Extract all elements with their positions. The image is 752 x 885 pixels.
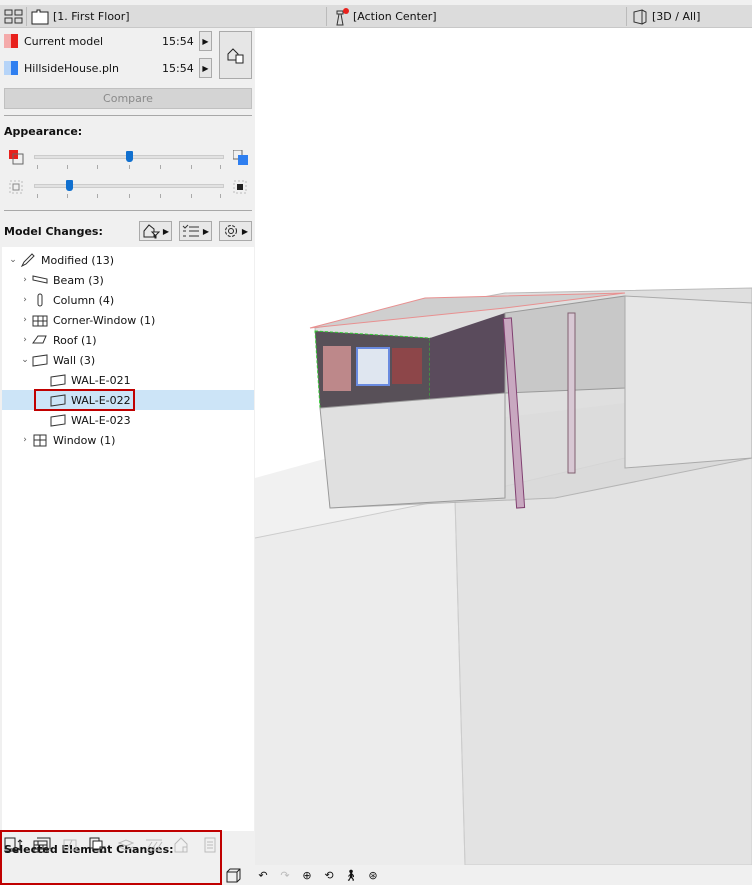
tab-label: [Action Center] (353, 10, 437, 23)
gear-icon (224, 225, 237, 237)
model-name: HillsideHouse.pln (24, 61, 119, 75)
tree-item-label: Column (4) (53, 293, 115, 307)
opacity-slider[interactable] (34, 180, 224, 191)
swap-models-button[interactable] (219, 31, 252, 79)
fit-in-window-icon[interactable]: ⊛ (362, 866, 384, 884)
tree-item-label: Window (1) (53, 433, 116, 447)
tree-item[interactable]: › Column (4) (2, 290, 254, 310)
navigator-grid-icon[interactable] (4, 5, 24, 28)
3d-view-icon (633, 8, 647, 25)
tree-item[interactable]: › Window (1) (2, 430, 254, 450)
tree-item-label: Modified (13) (41, 253, 115, 267)
tree-item-label: Wall (3) (53, 353, 96, 367)
slider-thumb[interactable] (66, 180, 73, 191)
chevron-right-icon[interactable]: › (18, 275, 32, 285)
corner-window-icon (32, 313, 48, 327)
tree-item-label: WAL-E-023 (71, 413, 131, 427)
model-row-current: Current model 15:54 (4, 31, 194, 51)
wall-brick-icon[interactable] (32, 836, 52, 854)
hatch-icon (144, 836, 164, 854)
pencil-icon (20, 253, 36, 267)
roof-icon (32, 333, 48, 347)
opaque-icon (233, 180, 247, 194)
model-changes-label: Model Changes: (4, 225, 103, 238)
chevron-down-icon[interactable]: ⌄ (18, 355, 32, 365)
model-time: 15:54 (162, 61, 194, 75)
beam-icon (32, 273, 48, 287)
model-time: 15:54 (162, 34, 194, 48)
lighthouse-icon (336, 7, 349, 25)
settings-button[interactable]: ▶ (219, 221, 252, 241)
paint-brush-icon[interactable] (88, 836, 108, 854)
compare-model-swatch (4, 61, 18, 75)
element-id-icon[interactable] (4, 836, 24, 854)
wall-icon (50, 413, 66, 427)
tree-item[interactable]: WAL-E-023 (2, 410, 254, 430)
tab-action-center[interactable]: [Action Center] (331, 5, 437, 28)
checklist-icon (182, 224, 199, 237)
column-icon (32, 293, 48, 307)
current-model-color-icon (9, 150, 24, 165)
compare-model-menu-button[interactable]: ▶ (199, 58, 212, 78)
floor-plan-icon (31, 9, 49, 24)
color-blend-slider[interactable] (34, 151, 224, 162)
filter-icon (143, 224, 160, 239)
document-icon (200, 836, 220, 854)
zoom-in-icon[interactable]: ⊕ (296, 866, 318, 884)
tree-item[interactable]: › Roof (1) (2, 330, 254, 350)
tree-item-label: Beam (3) (53, 273, 104, 287)
slider-thumb[interactable] (126, 151, 133, 162)
home-story-icon (172, 836, 192, 854)
tree-item-label: Roof (1) (53, 333, 97, 347)
highlight-box (34, 389, 135, 411)
model-changes-tree[interactable]: ⌄ Modified (13) › Beam (3) › Column (4) › Corne… (2, 247, 254, 831)
tree-item[interactable]: ⌄ Wall (3) (2, 350, 254, 370)
wall-icon (50, 373, 66, 387)
viewport-navigation-bar: ↶ ↷ ⊕ ⟲ 🚶︎ ⊛ (222, 865, 752, 885)
chevron-right-icon[interactable]: › (18, 335, 32, 345)
tab-first-floor[interactable]: [1. First Floor] (31, 5, 130, 28)
compare-model-color-icon (233, 150, 248, 165)
building-model-render (255, 287, 752, 865)
window-icon (32, 433, 48, 447)
model-name: Current model (24, 34, 104, 48)
undo-view-icon[interactable]: ↶ (252, 866, 274, 884)
tab-label: [3D / All] (652, 10, 701, 23)
chevron-right-icon[interactable]: › (18, 435, 32, 445)
tree-item-label: Corner-Window (1) (53, 313, 156, 327)
replace-icon (60, 836, 80, 854)
redo-view-icon: ↷ (280, 868, 290, 882)
chevron-right-icon[interactable]: › (18, 295, 32, 305)
house-document-icon (227, 48, 243, 64)
chevron-right-icon[interactable]: › (18, 315, 32, 325)
layers-icon (116, 836, 136, 854)
3d-window-icon[interactable] (222, 866, 244, 884)
appearance-label: Appearance: (4, 125, 83, 138)
tree-item-label: WAL-E-021 (71, 373, 131, 387)
tree-item[interactable]: WAL-E-021 (2, 370, 254, 390)
model-row-compare: HillsideHouse.pln 15:54 (4, 58, 194, 78)
selected-changes-toolbar (4, 836, 220, 854)
tree-item[interactable]: ⌄ Modified (13) (2, 250, 254, 270)
list-options-button[interactable]: ▶ (179, 221, 212, 241)
tab-3d-all[interactable]: [3D / All] (632, 5, 700, 28)
tree-item[interactable]: › Beam (3) (2, 270, 254, 290)
filter-button[interactable]: ▶ (139, 221, 172, 241)
compare-palette: Current model 15:54 ▶ HillsideHouse.pln … (0, 28, 254, 885)
wall-icon (32, 353, 48, 367)
3d-viewport[interactable] (255, 28, 752, 865)
chevron-down-icon[interactable]: ⌄ (6, 255, 20, 265)
tab-label: [1. First Floor] (53, 10, 130, 23)
current-model-menu-button[interactable]: ▶ (199, 31, 212, 51)
tree-item[interactable]: › Corner-Window (1) (2, 310, 254, 330)
current-model-swatch (4, 34, 18, 48)
walk-icon[interactable]: 🚶︎ (340, 866, 362, 884)
transparent-icon (9, 180, 23, 194)
orbit-icon[interactable]: ⟲ (318, 866, 340, 884)
compare-button[interactable]: Compare (4, 88, 252, 109)
top-tab-bar: [1. First Floor] [Action Center] [3D / A… (0, 5, 752, 28)
